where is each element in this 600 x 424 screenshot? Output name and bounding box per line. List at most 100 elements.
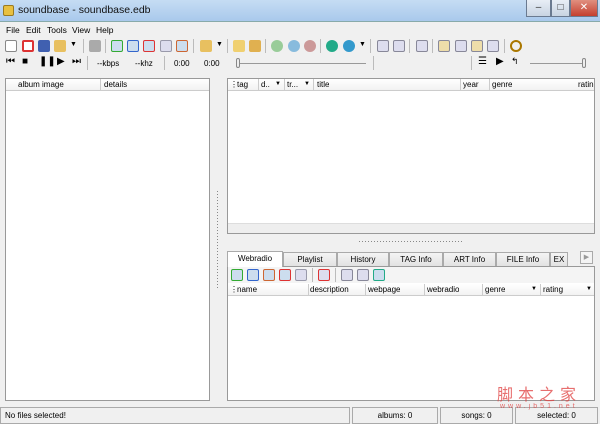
grid-icon[interactable] bbox=[160, 40, 172, 52]
chevron-down-icon[interactable]: ▼ bbox=[275, 81, 281, 87]
layout-icon[interactable] bbox=[377, 40, 389, 52]
vertical-splitter[interactable] bbox=[216, 190, 219, 290]
delete-station-icon[interactable] bbox=[279, 269, 291, 281]
column-track[interactable]: tr... bbox=[287, 80, 298, 89]
check-station-icon[interactable] bbox=[247, 269, 259, 281]
music-folder-icon[interactable] bbox=[249, 40, 261, 52]
search-icon[interactable] bbox=[510, 40, 522, 52]
save-icon[interactable] bbox=[38, 40, 50, 52]
tools-icon[interactable] bbox=[89, 40, 101, 52]
close-file-icon[interactable] bbox=[22, 40, 34, 52]
add-station-icon[interactable] bbox=[231, 269, 243, 281]
new-file-icon[interactable] bbox=[5, 40, 17, 52]
repeat-icon[interactable]: ↰ bbox=[511, 56, 519, 67]
main-toolbar: ▼ ▼ ▼ bbox=[0, 38, 600, 55]
volume-handle[interactable] bbox=[582, 58, 586, 68]
globe-icon[interactable] bbox=[326, 40, 338, 52]
import-icon[interactable] bbox=[341, 269, 353, 281]
horizontal-splitter[interactable] bbox=[358, 240, 463, 243]
chevron-down-icon[interactable]: ▼ bbox=[531, 286, 537, 292]
horizontal-scrollbar[interactable] bbox=[228, 223, 594, 233]
cd-sync-icon[interactable] bbox=[288, 40, 300, 52]
layout-preview-icon[interactable] bbox=[487, 40, 499, 52]
edit-station-icon[interactable] bbox=[263, 269, 275, 281]
column-details[interactable]: details bbox=[104, 80, 127, 89]
chevron-down-icon[interactable]: ▼ bbox=[216, 41, 223, 48]
cd-icon[interactable] bbox=[271, 40, 283, 52]
column-rating[interactable]: rating bbox=[543, 285, 563, 294]
webradio-toolbar bbox=[228, 267, 594, 283]
column-album-image[interactable]: album image bbox=[18, 80, 64, 89]
status-albums: albums: 0 bbox=[352, 407, 438, 424]
tab-history[interactable]: History bbox=[337, 252, 389, 266]
column-webradio[interactable]: webradio bbox=[427, 285, 459, 294]
web-icon[interactable] bbox=[373, 269, 385, 281]
add-item-icon[interactable] bbox=[111, 40, 123, 52]
chevron-down-icon[interactable]: ▼ bbox=[70, 41, 77, 48]
export-icon[interactable] bbox=[357, 269, 369, 281]
delete-item-icon[interactable] bbox=[143, 40, 155, 52]
layout-center-icon[interactable] bbox=[471, 40, 483, 52]
minimize-button[interactable]: – bbox=[526, 0, 551, 17]
edit-item-icon[interactable] bbox=[176, 40, 188, 52]
play-icon[interactable]: ▶ bbox=[57, 56, 65, 67]
column-title[interactable]: title bbox=[317, 80, 329, 89]
previous-icon[interactable]: ⏮ bbox=[6, 56, 15, 67]
tab-scroll-right-icon[interactable]: ▶ bbox=[580, 251, 593, 264]
open-folder-icon[interactable] bbox=[54, 40, 66, 52]
album-header: album image details bbox=[6, 79, 209, 91]
layout-columns-icon[interactable] bbox=[416, 40, 428, 52]
column-name[interactable]: name bbox=[237, 285, 257, 294]
chevron-down-icon[interactable]: ▼ bbox=[586, 286, 592, 292]
menu-view[interactable]: View bbox=[72, 25, 90, 35]
folder-icon[interactable] bbox=[233, 40, 245, 52]
tab-file-info[interactable]: FILE Info bbox=[496, 252, 550, 266]
menu-help[interactable]: Help bbox=[96, 25, 113, 35]
column-genre[interactable]: genre bbox=[485, 285, 505, 294]
tab-tag-info[interactable]: TAG Info bbox=[389, 252, 443, 266]
close-button[interactable]: ✕ bbox=[570, 0, 598, 17]
check-item-icon[interactable] bbox=[127, 40, 139, 52]
column-description[interactable]: description bbox=[310, 285, 349, 294]
webradio-header: ⋮ name description webpage webradio genr… bbox=[228, 284, 594, 296]
column-genre[interactable]: genre bbox=[492, 80, 512, 89]
maximize-button[interactable]: □ bbox=[551, 0, 570, 17]
menu-tools[interactable]: Tools bbox=[47, 25, 67, 35]
layout-right-icon[interactable] bbox=[455, 40, 467, 52]
column-year[interactable]: year bbox=[463, 80, 479, 89]
app-icon bbox=[3, 5, 14, 16]
chevron-down-icon[interactable]: ▼ bbox=[359, 41, 366, 48]
layout-left-icon[interactable] bbox=[438, 40, 450, 52]
globe-icon[interactable] bbox=[343, 40, 355, 52]
record-icon[interactable] bbox=[318, 269, 330, 281]
menu-file[interactable]: File bbox=[6, 25, 20, 35]
pause-icon[interactable]: ❚❚ bbox=[39, 56, 56, 67]
tab-webradio[interactable]: Webradio bbox=[227, 251, 283, 267]
volume-slider[interactable] bbox=[530, 63, 585, 64]
tab-art-info[interactable]: ART Info bbox=[443, 252, 496, 266]
tab-ex[interactable]: EX bbox=[550, 252, 568, 266]
bitrate-label: --kbps bbox=[97, 59, 120, 68]
next-icon[interactable]: ⏭ bbox=[72, 56, 81, 67]
title-bar: soundbase - soundbase.edb – □ ✕ bbox=[0, 0, 600, 22]
songs-panel: ⋮ tag d.. ▼ tr... ▼ title year genre rat… bbox=[227, 78, 595, 234]
cd-edit-icon[interactable] bbox=[304, 40, 316, 52]
column-rating[interactable]: rating bbox=[578, 80, 594, 89]
search-folder-icon[interactable] bbox=[200, 40, 212, 52]
menu-bar: File Edit Tools View Help bbox=[0, 23, 600, 37]
layout-split-icon[interactable] bbox=[393, 40, 405, 52]
chevron-down-icon[interactable]: ▼ bbox=[304, 81, 310, 87]
list-icon[interactable]: ☰ bbox=[478, 56, 487, 67]
menu-edit[interactable]: Edit bbox=[26, 25, 41, 35]
samplerate-label: --khz bbox=[135, 59, 153, 68]
play-mode-icon[interactable]: ▶ bbox=[496, 56, 504, 67]
stop-icon[interactable]: ■ bbox=[22, 56, 28, 67]
seek-slider[interactable] bbox=[236, 63, 366, 64]
grid-icon[interactable] bbox=[295, 269, 307, 281]
status-message: No files selected! bbox=[0, 407, 350, 424]
column-tag[interactable]: tag bbox=[237, 80, 248, 89]
seek-handle[interactable] bbox=[236, 58, 240, 68]
tab-playlist[interactable]: Playlist bbox=[283, 252, 337, 266]
column-webpage[interactable]: webpage bbox=[368, 285, 400, 294]
column-disc[interactable]: d.. bbox=[261, 80, 270, 89]
